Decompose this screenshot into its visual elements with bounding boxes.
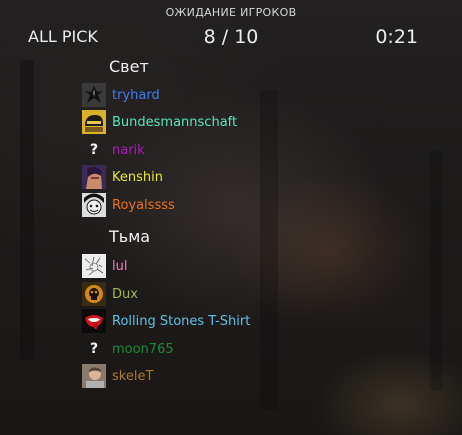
hero-portrait-icon [82,165,106,189]
player-name: Royalssss [112,197,175,213]
player-name: narik [112,142,145,158]
player-row[interactable]: ? moon765 [82,337,174,361]
sketch-icon [82,254,106,278]
helmet-icon [82,110,106,134]
lips-logo-icon [82,309,106,333]
player-row[interactable]: Rolling Stones T-Shirt [82,309,250,333]
unknown-avatar-icon: ? [89,341,99,357]
player-name: Dux [112,286,138,302]
face-portrait-icon [82,193,106,217]
photo-portrait-icon [82,364,106,388]
player-row[interactable]: Dux [82,282,138,306]
player-name: moon765 [112,341,174,357]
players-loaded: 8 [203,26,216,48]
team-title-light: Свет [109,57,149,76]
player-name: Kenshin [112,169,163,185]
emblem-icon [82,83,106,107]
skull-icon [82,282,106,306]
players-total: 10 [234,26,259,48]
player-row[interactable]: skeleT [82,364,153,388]
waiting-status: ОЖИДАНИЕ ИГРОКОВ [165,6,297,19]
background-tree-trunk [430,150,442,390]
unknown-avatar-icon: ? [89,142,99,158]
player-row[interactable]: Kenshin [82,165,163,189]
team-title-dark: Тьма [109,227,151,246]
players-separator: / [221,26,229,48]
player-name: Bundesmannschaft [112,114,238,130]
player-name: Rolling Stones T-Shirt [112,313,251,329]
background-tree-trunk [20,60,34,360]
player-row[interactable]: lul [82,254,127,278]
player-row[interactable]: tryhard [82,83,160,107]
player-name: lul [112,258,128,274]
player-name: skeleT [112,368,154,384]
player-row[interactable]: Royalssss [82,193,175,217]
player-name: tryhard [112,87,160,103]
background-scene [0,0,462,435]
countdown-timer: 0:21 [375,26,418,48]
player-row[interactable]: Bundesmannschaft [82,110,237,134]
background-tree-trunk [260,90,278,410]
player-row[interactable]: ? narik [82,138,145,162]
